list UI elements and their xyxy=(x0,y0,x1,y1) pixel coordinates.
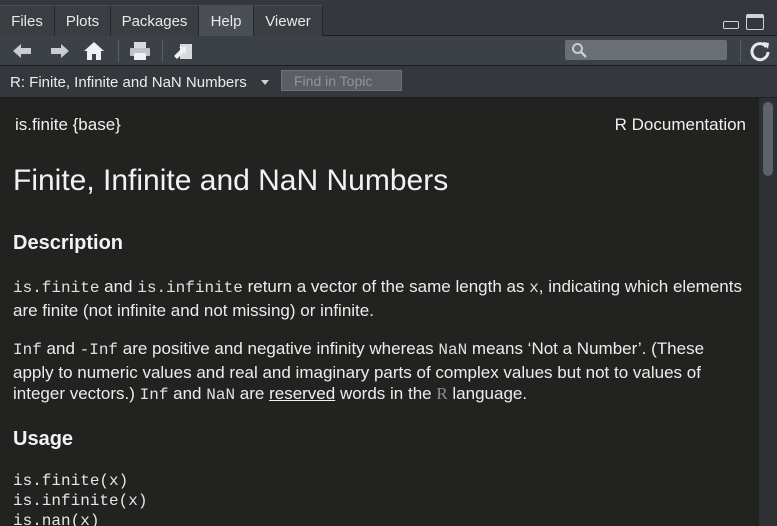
help-toolbar xyxy=(0,36,777,66)
find-in-topic-input[interactable] xyxy=(281,70,402,91)
forward-arrow-icon[interactable] xyxy=(49,40,71,62)
toolbar-divider xyxy=(118,40,119,62)
scrollbar-thumb[interactable] xyxy=(763,102,773,176)
tab-viewer[interactable]: Viewer xyxy=(254,5,323,36)
tab-label: Files xyxy=(11,13,43,30)
section-heading-usage: Usage xyxy=(13,428,74,450)
refresh-icon[interactable] xyxy=(749,40,771,62)
usage-line: is.finite(x) xyxy=(13,472,129,490)
open-in-window-icon[interactable] xyxy=(172,40,194,62)
maximize-pane-button[interactable] xyxy=(746,14,764,30)
code-span: NaN xyxy=(438,341,468,359)
tab-label: Viewer xyxy=(265,13,311,30)
code-span: is.finite xyxy=(13,279,100,297)
vertical-scrollbar[interactable] xyxy=(759,98,777,526)
search-icon xyxy=(572,43,587,58)
description-paragraph-1: is.finite and is.infinite return a vecto… xyxy=(13,277,742,320)
reserved-link[interactable]: reserved xyxy=(269,384,335,403)
doc-package-header: is.finite {base} xyxy=(15,115,121,134)
minimize-pane-button[interactable] xyxy=(723,21,739,29)
topic-bar: R: Finite, Infinite and NaN Numbers xyxy=(0,66,777,98)
doc-source-header: R Documentation xyxy=(614,115,746,134)
code-span: Inf xyxy=(139,386,169,404)
tab-packages[interactable]: Packages xyxy=(111,5,199,36)
toolbar-divider xyxy=(740,40,741,62)
tab-label: Packages xyxy=(121,13,188,30)
usage-code-block: is.finite(x) is.infinite(x) is.nan(x) xyxy=(13,471,147,526)
pane-tab-bar: Files Plots Packages Help Viewer xyxy=(0,0,777,36)
code-span: Inf xyxy=(13,341,42,359)
help-search-input[interactable] xyxy=(565,40,727,60)
tab-label: Help xyxy=(210,13,242,30)
print-icon[interactable] xyxy=(129,40,151,62)
topic-dropdown[interactable]: R: Finite, Infinite and NaN Numbers xyxy=(10,74,247,91)
chevron-down-icon[interactable] xyxy=(261,80,269,85)
toolbar-divider xyxy=(162,40,163,62)
help-content: is.finite {base} R Documentation Finite,… xyxy=(0,98,759,526)
home-icon[interactable] xyxy=(83,40,105,62)
code-span: NaN xyxy=(206,386,236,404)
description-paragraph-2: Inf and -Inf are positive and negative i… xyxy=(13,339,705,404)
tab-help[interactable]: Help xyxy=(199,5,254,36)
r-logo-text: R xyxy=(436,384,448,403)
usage-line: is.infinite(x) xyxy=(13,492,148,510)
code-span: -Inf xyxy=(79,341,119,359)
back-arrow-icon[interactable] xyxy=(11,40,33,62)
tab-files[interactable]: Files xyxy=(0,5,55,36)
doc-title: Finite, Infinite and NaN Numbers xyxy=(13,164,449,197)
code-span: is.infinite xyxy=(137,279,243,297)
usage-line: is.nan(x) xyxy=(13,512,100,526)
section-heading-description: Description xyxy=(13,232,124,254)
tab-label: Plots xyxy=(65,13,100,30)
code-span: x xyxy=(529,279,539,297)
tab-plots[interactable]: Plots xyxy=(55,5,111,36)
